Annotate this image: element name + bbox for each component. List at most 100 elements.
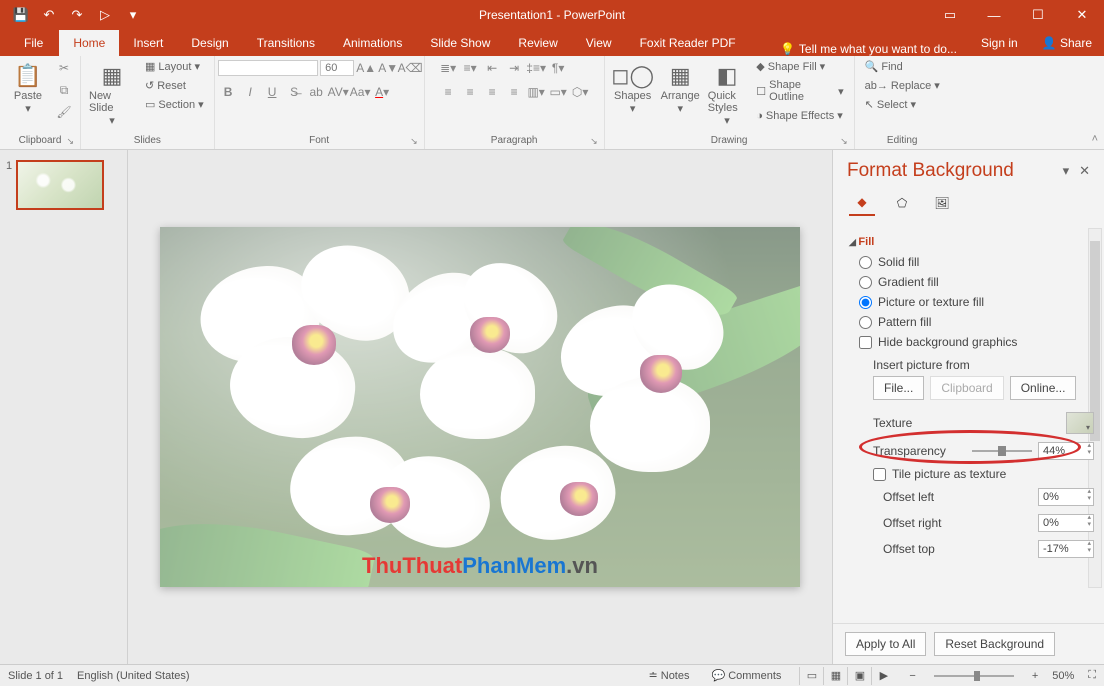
bullets-button[interactable]: ≣▾ xyxy=(438,58,458,78)
online-button[interactable]: Online... xyxy=(1010,376,1077,400)
pane-tab-fill-icon[interactable]: ◆ xyxy=(849,190,875,216)
check-tile-picture[interactable]: Tile picture as texture xyxy=(873,464,1094,484)
tab-insert[interactable]: Insert xyxy=(119,30,177,56)
reset-background-button[interactable]: Reset Background xyxy=(934,632,1055,656)
fit-to-window-button[interactable]: ⛶ xyxy=(1088,669,1096,682)
increase-font-button[interactable]: A▲ xyxy=(356,58,376,78)
comments-button[interactable]: 💬 Comments xyxy=(708,669,786,682)
columns-button[interactable]: ▥▾ xyxy=(526,82,546,102)
transparency-spinner[interactable]: 44% xyxy=(1038,442,1094,460)
font-name-combo[interactable] xyxy=(218,60,318,76)
reading-view-button[interactable]: ▣ xyxy=(847,667,871,685)
shape-outline-button[interactable]: ☐ Shape Outline ▾ xyxy=(752,77,847,105)
italic-button[interactable]: I xyxy=(240,82,260,102)
shape-effects-button[interactable]: ◑ Shape Effects ▾ xyxy=(752,107,847,124)
line-spacing-button[interactable]: ‡≡▾ xyxy=(526,58,546,78)
radio-solid-fill[interactable]: Solid fill xyxy=(849,252,1094,272)
shapes-button[interactable]: ◻◯Shapes▾ xyxy=(611,58,655,119)
radio-gradient-fill[interactable]: Gradient fill xyxy=(849,272,1094,292)
find-button[interactable]: 🔍 Find xyxy=(861,58,907,75)
copy-button[interactable]: ⧉ xyxy=(54,80,74,100)
slide-thumbnail-1[interactable] xyxy=(16,160,104,210)
apply-to-all-button[interactable]: Apply to All xyxy=(845,632,926,656)
reset-button[interactable]: ↺ Reset xyxy=(141,77,208,94)
minimize-button[interactable]: — xyxy=(972,0,1016,30)
normal-view-button[interactable]: ▭ xyxy=(799,667,823,685)
start-from-beginning-button[interactable]: ▷ xyxy=(92,2,118,28)
tell-me-search[interactable]: 💡 Tell me what you want to do... xyxy=(768,42,969,56)
arrange-button[interactable]: ▦Arrange▾ xyxy=(659,58,702,119)
tab-foxit[interactable]: Foxit Reader PDF xyxy=(626,30,750,56)
section-button[interactable]: ▭ Section ▾ xyxy=(141,96,208,113)
pane-scrollbar[interactable] xyxy=(1088,228,1102,588)
clipboard-launcher[interactable]: ↘ xyxy=(66,136,74,147)
replace-button[interactable]: ab→ Replace ▾ xyxy=(861,77,944,94)
pane-tab-effects-icon[interactable]: ⬠ xyxy=(889,190,915,216)
maximize-button[interactable]: ☐ xyxy=(1016,0,1060,30)
numbering-button[interactable]: ≡▾ xyxy=(460,58,480,78)
tab-file[interactable]: File xyxy=(8,30,59,56)
tab-slideshow[interactable]: Slide Show xyxy=(416,30,504,56)
tab-animations[interactable]: Animations xyxy=(329,30,416,56)
underline-button[interactable]: U xyxy=(262,82,282,102)
justify-button[interactable]: ≡ xyxy=(504,82,524,102)
close-button[interactable]: ✕ xyxy=(1060,0,1104,30)
text-direction-button[interactable]: ¶▾ xyxy=(548,58,568,78)
offset-right-spinner[interactable]: 0% xyxy=(1038,514,1094,532)
zoom-slider[interactable] xyxy=(934,675,1014,677)
change-case-button[interactable]: Aa▾ xyxy=(350,82,370,102)
align-left-button[interactable]: ≡ xyxy=(438,82,458,102)
cut-button[interactable]: ✂ xyxy=(54,58,74,78)
tab-transitions[interactable]: Transitions xyxy=(243,30,329,56)
offset-top-spinner[interactable]: -17% xyxy=(1038,540,1094,558)
share-button[interactable]: 👤 Share xyxy=(1030,30,1104,56)
collapse-ribbon-button[interactable]: ˄ xyxy=(1092,133,1098,145)
strikethrough-button[interactable]: S̶ xyxy=(284,82,304,102)
align-text-button[interactable]: ▭▾ xyxy=(548,82,568,102)
bold-button[interactable]: B xyxy=(218,82,238,102)
clipboard-button-pane[interactable]: Clipboard xyxy=(930,376,1003,400)
zoom-in-button[interactable]: + xyxy=(1032,670,1038,682)
fill-section-header[interactable]: Fill xyxy=(849,232,1094,252)
drawing-launcher[interactable]: ↘ xyxy=(840,136,848,147)
notes-button[interactable]: ≐ Notes xyxy=(645,669,694,682)
undo-button[interactable]: ↶ xyxy=(36,2,62,28)
slide-thumbnail-panel[interactable]: 1 xyxy=(0,150,128,664)
sign-in-link[interactable]: Sign in xyxy=(969,30,1030,56)
decrease-font-button[interactable]: A▼ xyxy=(378,58,398,78)
decrease-indent-button[interactable]: ⇤ xyxy=(482,58,502,78)
new-slide-button[interactable]: ▦New Slide▾ xyxy=(87,58,137,131)
radio-pattern-fill[interactable]: Pattern fill xyxy=(849,312,1094,332)
tab-view[interactable]: View xyxy=(572,30,626,56)
layout-button[interactable]: ▦ Layout ▾ xyxy=(141,58,208,75)
paragraph-launcher[interactable]: ↘ xyxy=(590,136,598,147)
font-size-combo[interactable] xyxy=(320,60,354,76)
char-spacing-button[interactable]: AV▾ xyxy=(328,82,348,102)
zoom-out-button[interactable]: − xyxy=(909,670,915,682)
align-center-button[interactable]: ≡ xyxy=(460,82,480,102)
select-button[interactable]: ↖ Select ▾ xyxy=(861,96,920,113)
texture-picker[interactable] xyxy=(1066,412,1094,434)
slideshow-view-button[interactable]: ▶ xyxy=(871,667,895,685)
align-right-button[interactable]: ≡ xyxy=(482,82,502,102)
format-painter-button[interactable]: 🖌 xyxy=(54,102,74,122)
transparency-slider[interactable]: 44% xyxy=(972,442,1094,460)
zoom-level[interactable]: 50% xyxy=(1052,670,1074,682)
font-launcher[interactable]: ↘ xyxy=(410,136,418,147)
ribbon-display-options[interactable]: ▭ xyxy=(928,0,972,30)
pane-close-button[interactable]: ✕ xyxy=(1079,163,1090,179)
slide-editor[interactable]: ThuThuatPhanMem.vn xyxy=(128,150,832,664)
redo-button[interactable]: ↷ xyxy=(64,2,90,28)
radio-picture-fill[interactable]: Picture or texture fill xyxy=(849,292,1094,312)
shape-fill-button[interactable]: ◆ Shape Fill ▾ xyxy=(752,58,847,75)
increase-indent-button[interactable]: ⇥ xyxy=(504,58,524,78)
quick-styles-button[interactable]: ◧Quick Styles▾ xyxy=(706,58,748,131)
tab-design[interactable]: Design xyxy=(177,30,242,56)
file-button[interactable]: File... xyxy=(873,376,924,400)
tab-review[interactable]: Review xyxy=(504,30,571,56)
save-button[interactable]: 💾 xyxy=(8,2,34,28)
offset-left-spinner[interactable]: 0% xyxy=(1038,488,1094,506)
smartart-button[interactable]: ⬡▾ xyxy=(570,82,590,102)
clear-formatting-button[interactable]: A⌫ xyxy=(400,58,420,78)
qat-customize[interactable]: ▾ xyxy=(120,2,146,28)
